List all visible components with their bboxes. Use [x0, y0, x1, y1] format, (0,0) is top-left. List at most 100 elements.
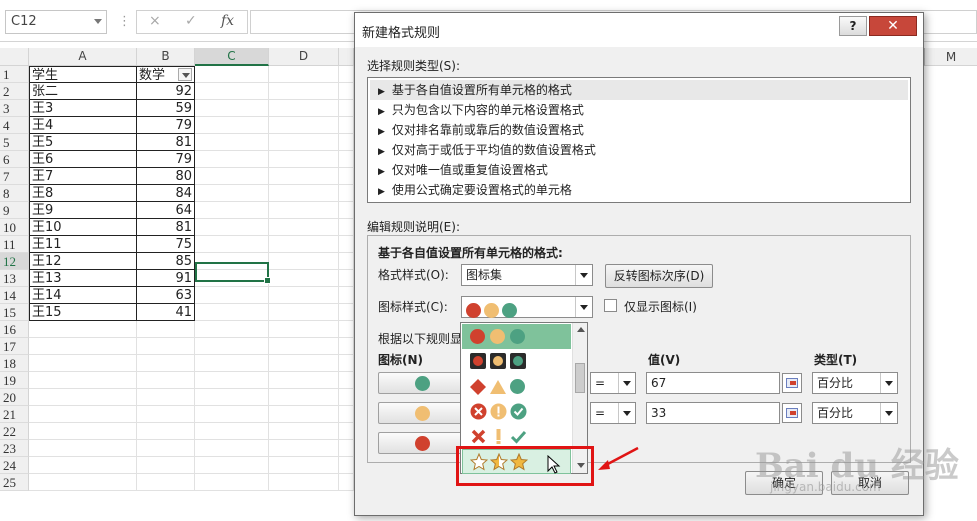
cell-a[interactable]	[29, 440, 137, 457]
cell-c[interactable]	[195, 304, 269, 321]
cell-c[interactable]	[195, 338, 269, 355]
value-input-2[interactable]: 33	[646, 402, 780, 424]
cell-c[interactable]	[195, 100, 269, 117]
cell-d[interactable]	[269, 287, 339, 304]
cell-c[interactable]	[195, 168, 269, 185]
row-header[interactable]: 14	[0, 287, 29, 304]
cell-b[interactable]	[137, 321, 195, 338]
icon-set-option-symbols-circled[interactable]	[462, 399, 571, 424]
cell-e[interactable]	[339, 134, 354, 151]
cell-b[interactable]: 85	[137, 253, 195, 270]
cell-b[interactable]: 92	[137, 83, 195, 100]
column-header-b[interactable]: B	[137, 48, 195, 66]
cell-a[interactable]: 张二	[29, 83, 137, 100]
column-header-e[interactable]	[339, 48, 354, 66]
chevron-down-icon[interactable]	[94, 19, 102, 24]
cell-a[interactable]: 王3	[29, 100, 137, 117]
cell-a[interactable]	[29, 372, 137, 389]
cell-b[interactable]: 79	[137, 117, 195, 134]
cell-d[interactable]	[269, 100, 339, 117]
cell-c[interactable]	[195, 117, 269, 134]
cell-c[interactable]	[195, 219, 269, 236]
cell-e[interactable]	[339, 406, 354, 423]
dialog-titlebar[interactable]: 新建格式规则 ? ✕	[355, 13, 923, 47]
cell-b[interactable]: 80	[137, 168, 195, 185]
cell-a[interactable]	[29, 389, 137, 406]
rule-type-item[interactable]: ▶ 使用公式确定要设置格式的单元格	[370, 180, 908, 200]
row-header[interactable]: 22	[0, 423, 29, 440]
scroll-thumb[interactable]	[575, 363, 585, 393]
name-box[interactable]: C12	[5, 10, 107, 34]
row-header[interactable]: 3	[0, 100, 29, 117]
chevron-down-icon[interactable]	[575, 297, 592, 317]
format-style-select[interactable]: 图标集	[461, 264, 593, 286]
cell-b[interactable]	[137, 457, 195, 474]
cell-b[interactable]: 41	[137, 304, 195, 321]
cell-d[interactable]	[269, 168, 339, 185]
fx-icon[interactable]: fx	[221, 13, 234, 29]
cell-d[interactable]	[269, 151, 339, 168]
cell-e[interactable]	[339, 151, 354, 168]
cell-e[interactable]	[339, 355, 354, 372]
cell-d[interactable]	[269, 321, 339, 338]
cell-c[interactable]	[195, 287, 269, 304]
cell-a[interactable]: 王4	[29, 117, 137, 134]
cell-d[interactable]	[269, 117, 339, 134]
cell-d[interactable]	[269, 474, 339, 491]
cell-a[interactable]: 王13	[29, 270, 137, 287]
range-select-icon[interactable]	[782, 373, 802, 393]
row-header[interactable]: 12	[0, 253, 29, 270]
cell-b[interactable]	[137, 389, 195, 406]
row-header[interactable]: 15	[0, 304, 29, 321]
cell-e[interactable]	[339, 100, 354, 117]
cell-c[interactable]	[195, 236, 269, 253]
chevron-down-icon[interactable]	[880, 403, 897, 423]
cell-e[interactable]	[339, 304, 354, 321]
cell-a[interactable]	[29, 338, 137, 355]
cell-c[interactable]	[195, 83, 269, 100]
row-header[interactable]: 9	[0, 202, 29, 219]
operator-select-1[interactable]: =	[590, 372, 636, 394]
column-header-d[interactable]: D	[269, 48, 339, 66]
cell-b[interactable]	[137, 338, 195, 355]
cell-d[interactable]	[269, 270, 339, 287]
cell-a[interactable]: 王9	[29, 202, 137, 219]
row-header[interactable]: 11	[0, 236, 29, 253]
cell-c[interactable]	[195, 355, 269, 372]
cell-d[interactable]	[269, 338, 339, 355]
reverse-icon-order-button[interactable]: 反转图标次序(D)	[605, 264, 713, 288]
row-header[interactable]: 19	[0, 372, 29, 389]
cell-a[interactable]	[29, 457, 137, 474]
cell-e[interactable]	[339, 389, 354, 406]
cell-b[interactable]	[137, 372, 195, 389]
cell-e[interactable]	[339, 457, 354, 474]
cell-c[interactable]	[195, 440, 269, 457]
row-header[interactable]: 21	[0, 406, 29, 423]
cell-e[interactable]	[339, 321, 354, 338]
show-icon-only-checkbox[interactable]	[604, 299, 617, 312]
row-header[interactable]: 5	[0, 134, 29, 151]
cell-a[interactable]: 王12	[29, 253, 137, 270]
rule-type-item[interactable]: ▶ 仅对排名靠前或靠后的数值设置格式	[370, 120, 908, 140]
cell-c[interactable]	[195, 151, 269, 168]
cell-b[interactable]: 81	[137, 219, 195, 236]
row-header[interactable]: 8	[0, 185, 29, 202]
cell-d[interactable]	[269, 355, 339, 372]
cell-d[interactable]	[269, 440, 339, 457]
selected-cell[interactable]	[195, 262, 271, 284]
cell-b[interactable]	[137, 423, 195, 440]
cell-a[interactable]: 王15	[29, 304, 137, 321]
icon-select-button-1[interactable]	[378, 372, 472, 394]
cell-e[interactable]	[339, 253, 354, 270]
cell-a[interactable]: 王6	[29, 151, 137, 168]
cell-d[interactable]	[269, 66, 339, 83]
row-header[interactable]: 1	[0, 66, 29, 83]
cell-e[interactable]	[339, 338, 354, 355]
cancel-icon[interactable]: ×	[149, 13, 161, 29]
cell-c[interactable]	[195, 372, 269, 389]
cell-e[interactable]	[339, 117, 354, 134]
cell-d[interactable]	[269, 253, 339, 270]
cell-e[interactable]	[339, 440, 354, 457]
column-header-c[interactable]: C	[195, 48, 269, 66]
cell-e[interactable]	[339, 185, 354, 202]
